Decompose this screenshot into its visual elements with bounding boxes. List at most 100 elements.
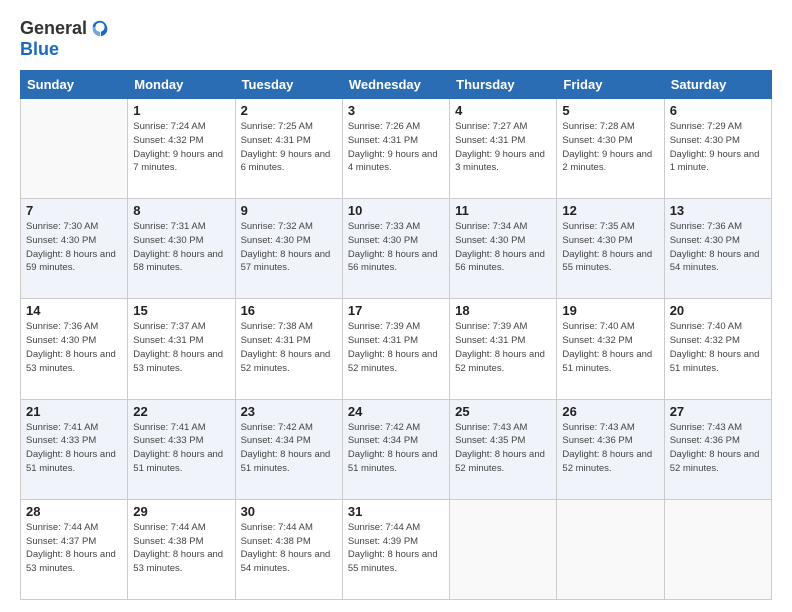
weekday-header-monday: Monday xyxy=(128,71,235,99)
calendar-day-cell: 9Sunrise: 7:32 AMSunset: 4:30 PMDaylight… xyxy=(235,199,342,299)
day-number: 19 xyxy=(562,303,658,318)
calendar-week-row: 7Sunrise: 7:30 AMSunset: 4:30 PMDaylight… xyxy=(21,199,772,299)
calendar-day-cell: 30Sunrise: 7:44 AMSunset: 4:38 PMDayligh… xyxy=(235,499,342,599)
day-info: Sunrise: 7:39 AMSunset: 4:31 PMDaylight:… xyxy=(348,320,444,375)
day-number: 31 xyxy=(348,504,444,519)
day-info: Sunrise: 7:42 AMSunset: 4:34 PMDaylight:… xyxy=(241,421,337,476)
calendar-day-cell: 5 Sunrise: 7:28 AMSunset: 4:30 PMDaylight… xyxy=(557,99,664,199)
calendar-day-cell: 28 Sunrise: 7:44 AMSunset: 4:37 PMDayligh… xyxy=(21,499,128,599)
calendar-day-cell: 21 Sunrise: 7:41 AMSunset: 4:33 PMDayligh… xyxy=(21,399,128,499)
day-number: 28 xyxy=(26,504,122,519)
day-number: 23 xyxy=(241,404,337,419)
calendar-week-row: 1 Sunrise: 7:24 AMSunset: 4:32 PMDaylight… xyxy=(21,99,772,199)
day-info: Sunrise: 7:31 AMSunset: 4:30 PMDaylight:… xyxy=(133,220,229,275)
calendar-day-cell: 6Sunrise: 7:29 AMSunset: 4:30 PMDaylight… xyxy=(664,99,771,199)
day-info: Sunrise: 7:40 AMSunset: 4:32 PMDaylight:… xyxy=(562,320,658,375)
day-info: Sunrise: 7:28 AMSunset: 4:30 PMDaylight:… xyxy=(562,120,658,175)
day-info: Sunrise: 7:25 AMSunset: 4:31 PMDaylight:… xyxy=(241,120,337,175)
day-number: 12 xyxy=(562,203,658,218)
day-number: 11 xyxy=(455,203,551,218)
calendar-day-cell: 1 Sunrise: 7:24 AMSunset: 4:32 PMDaylight… xyxy=(128,99,235,199)
calendar-week-row: 21 Sunrise: 7:41 AMSunset: 4:33 PMDayligh… xyxy=(21,399,772,499)
logo-general-text: General xyxy=(20,19,87,39)
calendar-day-cell: 31 Sunrise: 7:44 AMSunset: 4:39 PMDayligh… xyxy=(342,499,449,599)
day-info: Sunrise: 7:26 AMSunset: 4:31 PMDaylight:… xyxy=(348,120,444,175)
day-info: Sunrise: 7:39 AMSunset: 4:31 PMDaylight:… xyxy=(455,320,551,375)
weekday-header-friday: Friday xyxy=(557,71,664,99)
day-info: Sunrise: 7:38 AMSunset: 4:31 PMDaylight:… xyxy=(241,320,337,375)
day-info: Sunrise: 7:37 AMSunset: 4:31 PMDaylight:… xyxy=(133,320,229,375)
calendar-day-cell xyxy=(557,499,664,599)
day-number: 25 xyxy=(455,404,551,419)
calendar-table: SundayMondayTuesdayWednesdayThursdayFrid… xyxy=(20,70,772,600)
day-info: Sunrise: 7:36 AMSunset: 4:30 PMDaylight:… xyxy=(26,320,122,375)
day-info: Sunrise: 7:44 AMSunset: 4:38 PMDaylight:… xyxy=(133,521,229,576)
calendar-day-cell: 10Sunrise: 7:33 AMSunset: 4:30 PMDayligh… xyxy=(342,199,449,299)
weekday-header-thursday: Thursday xyxy=(450,71,557,99)
weekday-header-wednesday: Wednesday xyxy=(342,71,449,99)
day-info: Sunrise: 7:36 AMSunset: 4:30 PMDaylight:… xyxy=(670,220,766,275)
calendar-day-cell: 24 Sunrise: 7:42 AMSunset: 4:34 PMDayligh… xyxy=(342,399,449,499)
day-info: Sunrise: 7:44 AMSunset: 4:37 PMDaylight:… xyxy=(26,521,122,576)
calendar-day-cell: 27 Sunrise: 7:43 AMSunset: 4:36 PMDayligh… xyxy=(664,399,771,499)
header: General Blue xyxy=(20,18,772,60)
day-info: Sunrise: 7:35 AMSunset: 4:30 PMDaylight:… xyxy=(562,220,658,275)
day-number: 5 xyxy=(562,103,658,118)
day-info: Sunrise: 7:40 AMSunset: 4:32 PMDaylight:… xyxy=(670,320,766,375)
calendar-day-cell: 29 Sunrise: 7:44 AMSunset: 4:38 PMDayligh… xyxy=(128,499,235,599)
day-number: 4 xyxy=(455,103,551,118)
calendar-week-row: 14Sunrise: 7:36 AMSunset: 4:30 PMDayligh… xyxy=(21,299,772,399)
day-info: Sunrise: 7:44 AMSunset: 4:39 PMDaylight:… xyxy=(348,521,444,576)
day-info: Sunrise: 7:42 AMSunset: 4:34 PMDaylight:… xyxy=(348,421,444,476)
calendar-day-cell: 12 Sunrise: 7:35 AMSunset: 4:30 PMDayligh… xyxy=(557,199,664,299)
day-number: 7 xyxy=(26,203,122,218)
weekday-header-sunday: Sunday xyxy=(21,71,128,99)
day-number: 30 xyxy=(241,504,337,519)
calendar-day-cell: 3 Sunrise: 7:26 AMSunset: 4:31 PMDaylight… xyxy=(342,99,449,199)
day-number: 22 xyxy=(133,404,229,419)
day-info: Sunrise: 7:41 AMSunset: 4:33 PMDaylight:… xyxy=(26,421,122,476)
calendar-day-cell: 7Sunrise: 7:30 AMSunset: 4:30 PMDaylight… xyxy=(21,199,128,299)
day-info: Sunrise: 7:24 AMSunset: 4:32 PMDaylight:… xyxy=(133,120,229,175)
day-number: 16 xyxy=(241,303,337,318)
day-number: 21 xyxy=(26,404,122,419)
day-number: 24 xyxy=(348,404,444,419)
calendar-day-cell: 2 Sunrise: 7:25 AMSunset: 4:31 PMDaylight… xyxy=(235,99,342,199)
calendar-day-cell xyxy=(450,499,557,599)
day-number: 17 xyxy=(348,303,444,318)
day-info: Sunrise: 7:43 AMSunset: 4:36 PMDaylight:… xyxy=(670,421,766,476)
day-info: Sunrise: 7:32 AMSunset: 4:30 PMDaylight:… xyxy=(241,220,337,275)
day-info: Sunrise: 7:41 AMSunset: 4:33 PMDaylight:… xyxy=(133,421,229,476)
day-number: 15 xyxy=(133,303,229,318)
calendar-day-cell: 8 Sunrise: 7:31 AMSunset: 4:30 PMDaylight… xyxy=(128,199,235,299)
day-info: Sunrise: 7:34 AMSunset: 4:30 PMDaylight:… xyxy=(455,220,551,275)
day-number: 27 xyxy=(670,404,766,419)
calendar-day-cell: 11 Sunrise: 7:34 AMSunset: 4:30 PMDayligh… xyxy=(450,199,557,299)
day-number: 29 xyxy=(133,504,229,519)
weekday-header-tuesday: Tuesday xyxy=(235,71,342,99)
day-number: 26 xyxy=(562,404,658,419)
calendar-day-cell: 18Sunrise: 7:39 AMSunset: 4:31 PMDayligh… xyxy=(450,299,557,399)
calendar-day-cell: 16 Sunrise: 7:38 AMSunset: 4:31 PMDayligh… xyxy=(235,299,342,399)
day-info: Sunrise: 7:33 AMSunset: 4:30 PMDaylight:… xyxy=(348,220,444,275)
weekday-header-row: SundayMondayTuesdayWednesdayThursdayFrid… xyxy=(21,71,772,99)
day-info: Sunrise: 7:27 AMSunset: 4:31 PMDaylight:… xyxy=(455,120,551,175)
day-number: 20 xyxy=(670,303,766,318)
weekday-header-saturday: Saturday xyxy=(664,71,771,99)
day-info: Sunrise: 7:43 AMSunset: 4:35 PMDaylight:… xyxy=(455,421,551,476)
calendar-day-cell: 26Sunrise: 7:43 AMSunset: 4:36 PMDayligh… xyxy=(557,399,664,499)
day-number: 8 xyxy=(133,203,229,218)
calendar-day-cell: 25 Sunrise: 7:43 AMSunset: 4:35 PMDayligh… xyxy=(450,399,557,499)
calendar-day-cell: 13 Sunrise: 7:36 AMSunset: 4:30 PMDayligh… xyxy=(664,199,771,299)
day-number: 13 xyxy=(670,203,766,218)
day-info: Sunrise: 7:29 AMSunset: 4:30 PMDaylight:… xyxy=(670,120,766,175)
calendar-day-cell: 20 Sunrise: 7:40 AMSunset: 4:32 PMDayligh… xyxy=(664,299,771,399)
day-number: 1 xyxy=(133,103,229,118)
calendar-day-cell: 19 Sunrise: 7:40 AMSunset: 4:32 PMDayligh… xyxy=(557,299,664,399)
calendar-day-cell: 23 Sunrise: 7:42 AMSunset: 4:34 PMDayligh… xyxy=(235,399,342,499)
calendar-day-cell xyxy=(21,99,128,199)
day-number: 2 xyxy=(241,103,337,118)
calendar-day-cell: 17 Sunrise: 7:39 AMSunset: 4:31 PMDayligh… xyxy=(342,299,449,399)
day-number: 3 xyxy=(348,103,444,118)
calendar-day-cell: 15 Sunrise: 7:37 AMSunset: 4:31 PMDayligh… xyxy=(128,299,235,399)
